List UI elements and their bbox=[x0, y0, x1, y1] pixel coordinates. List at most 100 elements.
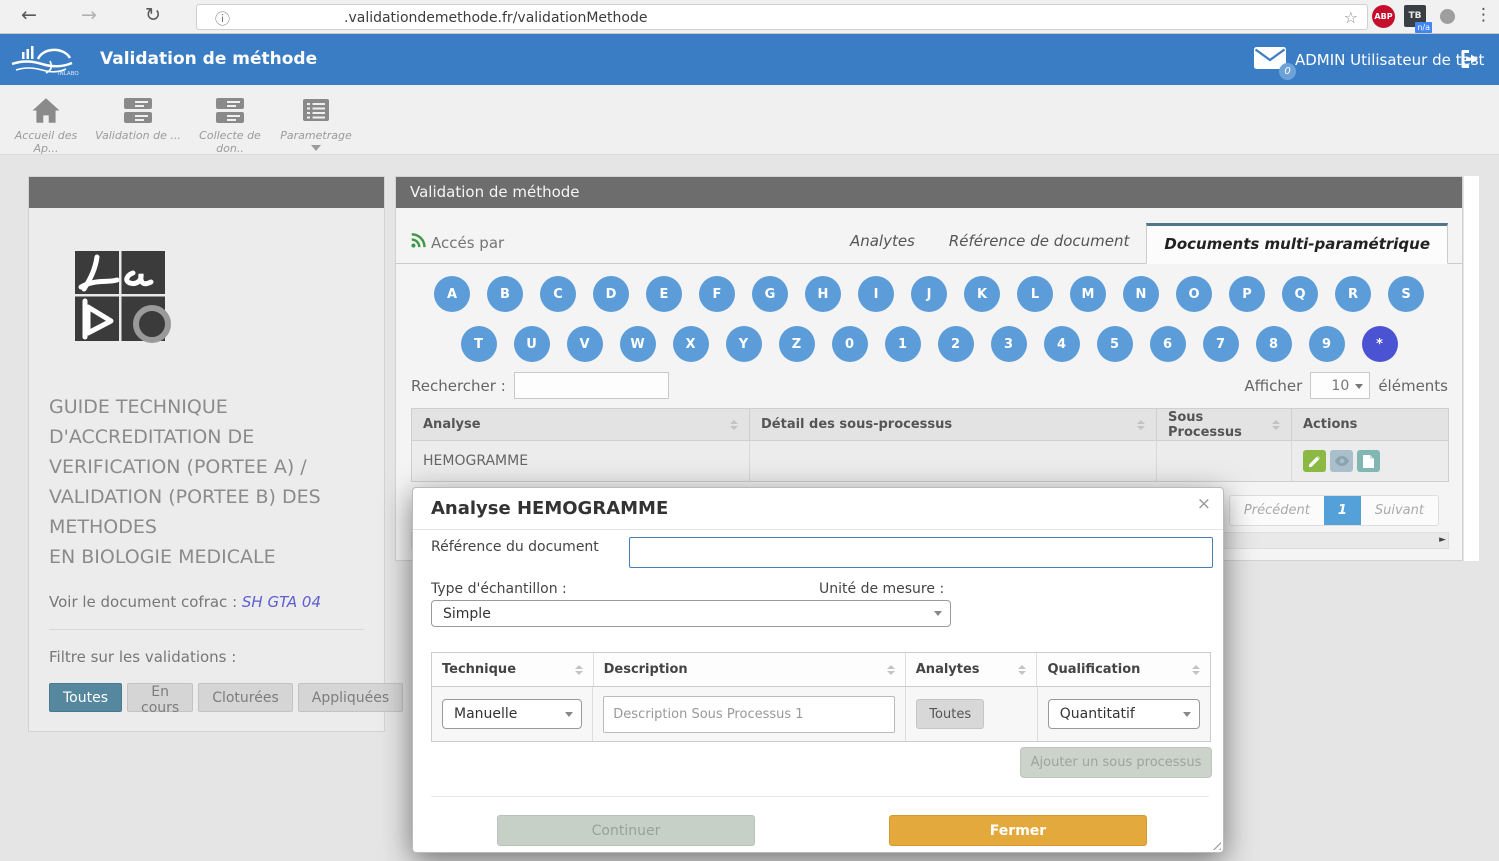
column-header-sous-processus[interactable]: Sous Processus bbox=[1157, 409, 1292, 440]
alphabet-filter-button[interactable]: E bbox=[646, 276, 682, 312]
validation-filter-button[interactable]: Cloturées bbox=[198, 683, 293, 712]
column-header-detail[interactable]: Détail des sous-processus bbox=[750, 409, 1157, 440]
sort-icon[interactable] bbox=[1137, 420, 1145, 430]
alphabet-filter-button[interactable]: J bbox=[911, 276, 947, 312]
sort-icon[interactable] bbox=[1018, 665, 1026, 675]
sort-icon[interactable] bbox=[887, 665, 895, 675]
sidebar-panel-header bbox=[29, 177, 384, 208]
page-length-value: 10 bbox=[1331, 378, 1349, 394]
fermer-button[interactable]: Fermer bbox=[889, 815, 1147, 846]
alphabet-filter-button[interactable]: * bbox=[1362, 326, 1398, 362]
column-header-analytes[interactable]: Analytes bbox=[906, 653, 1038, 686]
column-header-technique[interactable]: Technique bbox=[432, 653, 594, 686]
alphabet-filter-button[interactable]: Q bbox=[1282, 276, 1318, 312]
tab[interactable]: Documents multi-paramétrique bbox=[1146, 223, 1448, 264]
alphabet-filter-button[interactable]: 4 bbox=[1044, 326, 1080, 362]
nav-item-accueil[interactable]: Accueil des Ap... bbox=[6, 95, 86, 155]
column-header-analyse[interactable]: Analyse bbox=[412, 409, 750, 440]
pagination-page-1[interactable]: 1 bbox=[1324, 496, 1361, 525]
browser-reload-icon[interactable]: ↻ bbox=[140, 4, 166, 26]
alphabet-filter-button[interactable]: I bbox=[858, 276, 894, 312]
technique-select[interactable]: Manuelle bbox=[442, 699, 582, 729]
nav-item-validation[interactable]: Validation de ... bbox=[92, 95, 184, 142]
browser-menu-icon[interactable]: ⋮ bbox=[1475, 5, 1492, 25]
validation-filter-button[interactable]: Toutes bbox=[49, 683, 122, 712]
alphabet-filter-button[interactable]: W bbox=[620, 326, 656, 362]
alphabet-filter-button[interactable]: V bbox=[567, 326, 603, 362]
alphabet-filter-button[interactable]: C bbox=[540, 276, 576, 312]
page-length-select[interactable]: 10 bbox=[1310, 372, 1370, 399]
browser-forward-icon[interactable]: → bbox=[76, 4, 102, 26]
sort-icon[interactable] bbox=[1272, 420, 1280, 430]
pagination-next[interactable]: Suivant bbox=[1361, 496, 1438, 525]
alphabet-filter-button[interactable]: 5 bbox=[1097, 326, 1133, 362]
add-sous-processus-button[interactable]: Ajouter un sous processus bbox=[1020, 747, 1212, 778]
validation-filter-button[interactable]: En cours bbox=[127, 683, 193, 712]
tab[interactable]: Analytes bbox=[833, 223, 932, 263]
sample-type-select[interactable]: Simple bbox=[431, 600, 951, 627]
qualification-select[interactable]: Quantitatif bbox=[1048, 699, 1200, 729]
close-icon[interactable]: × bbox=[1197, 494, 1211, 514]
cell-actions bbox=[1292, 441, 1448, 481]
alphabet-filter-button[interactable]: B bbox=[487, 276, 523, 312]
alphabet-filter-button[interactable]: 0 bbox=[832, 326, 868, 362]
alphabet-filter-button[interactable]: 6 bbox=[1150, 326, 1186, 362]
column-header-qualification[interactable]: Qualification bbox=[1037, 653, 1210, 686]
validation-filter-button[interactable]: Appliquées bbox=[298, 683, 403, 712]
description-input[interactable] bbox=[603, 696, 895, 733]
alphabet-filter-button[interactable]: R bbox=[1335, 276, 1371, 312]
page-info-icon[interactable]: ⓘ bbox=[215, 8, 230, 29]
search-input[interactable] bbox=[514, 372, 669, 399]
alphabet-filter-button[interactable]: N bbox=[1123, 276, 1159, 312]
alphabet-filter-button[interactable]: G bbox=[752, 276, 788, 312]
document-button[interactable] bbox=[1357, 450, 1380, 472]
browser-back-icon[interactable]: ← bbox=[16, 4, 42, 26]
pagination-previous[interactable]: Précédent bbox=[1230, 496, 1324, 525]
scroll-right-arrow-icon[interactable]: ► bbox=[1439, 535, 1446, 545]
nav-item-parametrage[interactable]: Parametrage bbox=[276, 95, 356, 151]
sort-icon[interactable] bbox=[1192, 665, 1200, 675]
continue-button[interactable]: Continuer bbox=[497, 815, 755, 846]
reference-document-input[interactable] bbox=[629, 537, 1213, 568]
tab[interactable]: Référence de document bbox=[932, 223, 1147, 263]
sort-icon[interactable] bbox=[575, 665, 583, 675]
alphabet-filter-button[interactable]: H bbox=[805, 276, 841, 312]
column-header-description[interactable]: Description bbox=[594, 653, 906, 686]
alphabet-filter-button[interactable]: 7 bbox=[1203, 326, 1239, 362]
extension-dot-icon[interactable] bbox=[1440, 9, 1455, 24]
alphabet-filter-button[interactable]: F bbox=[699, 276, 735, 312]
alphabet-filter-button[interactable]: 2 bbox=[938, 326, 974, 362]
alphabet-filter-button[interactable]: Y bbox=[726, 326, 762, 362]
alphabet-filter-button[interactable]: 1 bbox=[885, 326, 921, 362]
alphabet-filter-button[interactable]: T bbox=[461, 326, 497, 362]
alphabet-filter-button[interactable]: S bbox=[1388, 276, 1424, 312]
alphabet-filter-button[interactable]: 9 bbox=[1309, 326, 1345, 362]
alphabet-filter-button[interactable]: O bbox=[1176, 276, 1212, 312]
alphabet-filter-button[interactable]: K bbox=[964, 276, 1000, 312]
alphabet-filter-button[interactable]: X bbox=[673, 326, 709, 362]
edit-button[interactable] bbox=[1303, 450, 1326, 472]
alphabet-filter-button[interactable]: D bbox=[593, 276, 629, 312]
alphabet-filter-button[interactable]: A bbox=[434, 276, 470, 312]
messages-envelope-icon[interactable]: 0 bbox=[1254, 47, 1288, 73]
analytes-toutes-button[interactable]: Toutes bbox=[916, 699, 984, 729]
resize-handle[interactable] bbox=[1209, 838, 1221, 850]
alphabet-filter-button[interactable]: M bbox=[1070, 276, 1106, 312]
extension-icon[interactable]: TB n/a bbox=[1404, 5, 1426, 27]
alphabet-filter-button[interactable]: L bbox=[1017, 276, 1053, 312]
alphabet-filter-button[interactable]: 8 bbox=[1256, 326, 1292, 362]
logout-icon[interactable] bbox=[1459, 49, 1481, 73]
bookmark-star-icon[interactable]: ☆ bbox=[1344, 8, 1358, 27]
alphabet-filter-button[interactable]: U bbox=[514, 326, 550, 362]
alphabet-filter-button[interactable]: Z bbox=[779, 326, 815, 362]
adblock-extension-icon[interactable]: ABP bbox=[1372, 5, 1395, 28]
extension-badge: n/a bbox=[1415, 22, 1432, 33]
address-bar[interactable]: ⓘ .validationdemethode.fr/validationMeth… bbox=[196, 4, 1368, 30]
user-name[interactable]: ADMIN Utilisateur de test bbox=[1295, 51, 1484, 69]
alphabet-filter-button[interactable]: P bbox=[1229, 276, 1265, 312]
alphabet-filter-button[interactable]: 3 bbox=[991, 326, 1027, 362]
view-button[interactable] bbox=[1330, 450, 1353, 472]
cofrac-document-link[interactable]: SH GTA 04 bbox=[242, 593, 321, 611]
sort-icon[interactable] bbox=[730, 420, 738, 430]
nav-item-collecte[interactable]: Collecte de don.. bbox=[186, 95, 274, 155]
